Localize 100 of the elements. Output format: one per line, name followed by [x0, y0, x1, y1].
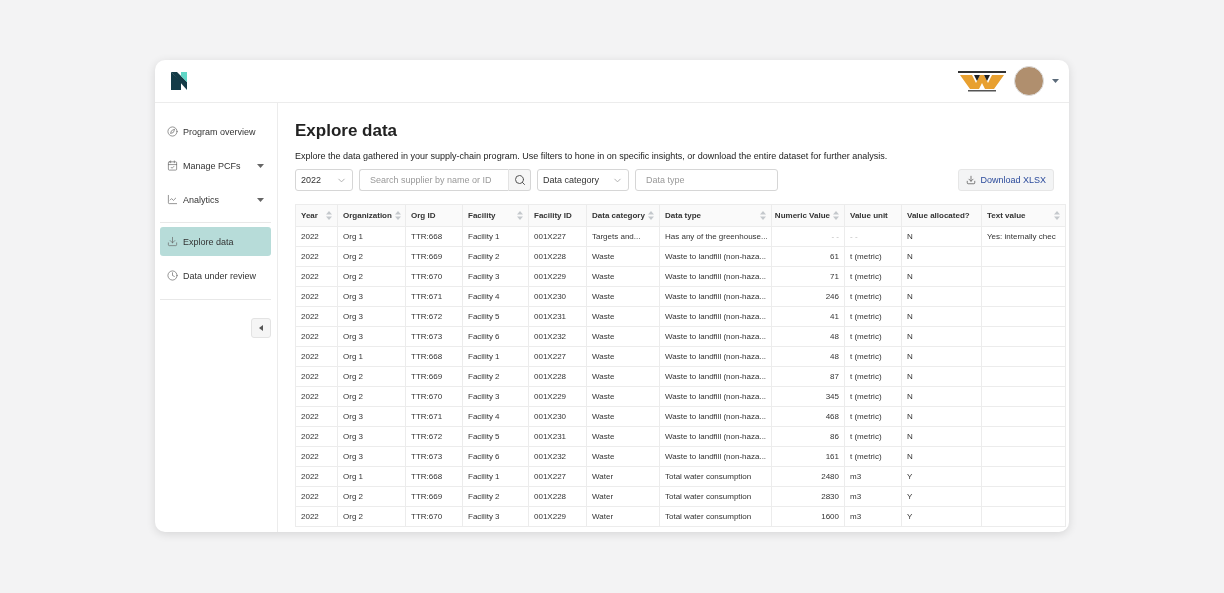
table-cell: Has any of the greenhouse...	[665, 232, 768, 241]
table-cell: N	[907, 252, 913, 261]
table-cell: 001X232	[534, 452, 567, 461]
sidebar-item[interactable]: Program overview	[160, 117, 271, 146]
table-cell: 001X229	[534, 512, 567, 521]
table-cell: Waste	[592, 432, 615, 441]
sidebar-item[interactable]: Explore data	[160, 227, 271, 256]
table-cell: Org 3	[343, 452, 363, 461]
category-select[interactable]: Data category	[537, 169, 629, 191]
year-select[interactable]: 2022	[295, 169, 353, 191]
table-cell: 001X231	[534, 312, 567, 321]
table-cell: Waste	[592, 352, 615, 361]
collapse-button[interactable]	[251, 318, 271, 338]
table-cell: 2022	[301, 392, 319, 401]
table-cell: 2022	[301, 432, 319, 441]
table-cell: t (metric)	[850, 352, 882, 361]
app-logo[interactable]	[171, 72, 187, 90]
sort-icon[interactable]	[517, 211, 523, 220]
table-cell: m3	[850, 492, 862, 501]
table-cell: Total water consumption	[665, 512, 752, 521]
sort-icon[interactable]	[760, 211, 766, 220]
sidebar-item[interactable]: Manage PCFs	[160, 151, 271, 180]
sort-icon[interactable]	[1054, 211, 1060, 220]
table-cell: Facility 5	[468, 432, 500, 441]
data-type-field[interactable]: Data type	[635, 169, 778, 191]
calendar-icon	[167, 160, 178, 171]
table-cell: Waste to landfill (non-haza...	[665, 272, 767, 281]
table-cell: 001X229	[534, 392, 567, 401]
table-cell: Waste to landfill (non-haza...	[665, 392, 767, 401]
table-cell: 001X230	[534, 292, 567, 301]
caret-icon	[257, 163, 264, 168]
table-cell: 246	[825, 292, 839, 301]
column-header: Facility	[468, 211, 496, 220]
download-button[interactable]: Download XLSX	[958, 169, 1054, 191]
table-cell: Water	[592, 472, 614, 481]
search-icon	[513, 174, 526, 186]
table-cell: t (metric)	[850, 432, 882, 441]
sort-icon[interactable]	[833, 211, 839, 220]
compass-icon	[167, 126, 178, 137]
sort-icon[interactable]	[326, 211, 332, 220]
table-cell: Y	[907, 512, 913, 521]
table-cell: 001X227	[534, 472, 567, 481]
table-cell: 2022	[301, 292, 319, 301]
table-cell: Org 2	[343, 272, 363, 281]
table-cell: Org 3	[343, 312, 363, 321]
table-cell: 2022	[301, 352, 319, 361]
table-cell: t (metric)	[850, 292, 882, 301]
column-header: Numeric Value	[774, 211, 830, 220]
search-button[interactable]	[508, 169, 531, 191]
table-cell: Facility 6	[468, 332, 500, 341]
caret-icon	[257, 197, 264, 202]
table-cell: Facility 6	[468, 452, 500, 461]
table-cell: TTR:668	[411, 352, 443, 361]
table-cell: Org 3	[343, 292, 363, 301]
table-cell: 2022	[301, 252, 319, 261]
table-cell: 001X227	[534, 232, 567, 241]
table-cell: 71	[830, 272, 839, 281]
company-logo	[958, 69, 1006, 93]
table-cell: t (metric)	[850, 312, 882, 321]
column-header: Value unit	[850, 211, 888, 220]
table-cell: Org 3	[343, 412, 363, 421]
table-cell: Waste to landfill (non-haza...	[665, 252, 767, 261]
table-cell: N	[907, 412, 913, 421]
sort-icon[interactable]	[648, 211, 654, 220]
table-cell: Facility 3	[468, 512, 500, 521]
table-cell: t (metric)	[850, 332, 882, 341]
table-cell: Facility 5	[468, 312, 500, 321]
sidebar-item[interactable]: Analytics	[160, 185, 271, 214]
sort-icon[interactable]	[394, 211, 401, 220]
column-header: Year	[301, 211, 318, 220]
table-cell: N	[907, 272, 913, 281]
table-cell: 001X229	[534, 272, 567, 281]
table-cell: TTR:669	[411, 252, 443, 261]
table-cell: 48	[830, 352, 839, 361]
sidebar-item[interactable]: Data under review	[160, 261, 271, 290]
table-cell: 345	[825, 392, 839, 401]
table-cell: Waste	[592, 452, 615, 461]
table-cell: 87	[830, 372, 839, 381]
table-cell: 2022	[301, 332, 319, 341]
download-icon	[966, 175, 977, 185]
table-cell: 001X228	[534, 492, 567, 501]
table-cell: Org 2	[343, 372, 363, 381]
column-header: Value allocated?	[907, 211, 970, 220]
table-cell: TTR:671	[411, 412, 443, 421]
table-cell: 161	[825, 452, 839, 461]
chart-icon	[167, 194, 178, 205]
table-cell: t (metric)	[850, 272, 882, 281]
table-cell: 001X228	[534, 252, 567, 261]
search-field[interactable]: Search supplier by name or ID	[359, 169, 508, 191]
table-cell: 2022	[301, 492, 319, 501]
table-cell: TTR:670	[411, 392, 443, 401]
table-cell: TTR:670	[411, 272, 443, 281]
table-cell: Facility 4	[468, 412, 500, 421]
sidebar-label: Analytics	[183, 194, 220, 205]
table-cell: t (metric)	[850, 372, 882, 381]
column-header: Org ID	[411, 211, 436, 220]
user-avatar[interactable]	[1014, 66, 1044, 96]
table-cell: 1600	[821, 512, 839, 521]
table-cell: m3	[850, 512, 862, 521]
table-cell: Facility 2	[468, 492, 500, 501]
